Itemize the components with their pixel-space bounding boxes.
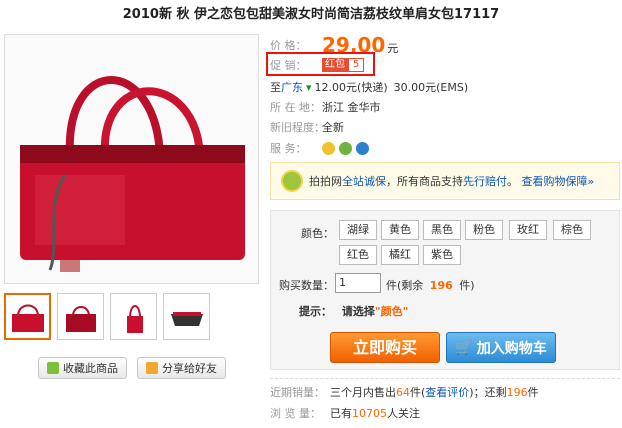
views-text-b: 人关注 [387, 407, 420, 420]
sales-text-c: )；还剩 [469, 386, 507, 399]
color-option[interactable]: 红色 [339, 245, 377, 265]
add-to-cart-label: 加入购物车 [476, 340, 547, 357]
shipping-ems: 30.00元(EMS) [393, 81, 469, 94]
color-option[interactable]: 粉色 [465, 220, 503, 240]
thumbnail-3[interactable] [110, 293, 157, 340]
sales-row: 近期销量： 三个月内售出 64 件(查看评价)；还剩 196 件 [270, 384, 539, 400]
color-option[interactable]: 黄色 [381, 220, 419, 240]
guarantee-link-chengbao[interactable]: 全站诚保 [342, 175, 386, 188]
shipping-row: 至 广东 ▾ 12.00元(快递) 30.00元(EMS) [270, 79, 468, 95]
buy-now-button[interactable]: 立即购买 [330, 332, 440, 363]
condition-row: 新旧程度： 全新 [270, 119, 344, 135]
location-value: 浙江 金华市 [322, 101, 381, 114]
color-option[interactable]: 棕色 [553, 220, 591, 240]
share-icon [146, 362, 158, 374]
handbag-thumb-icon [11, 304, 44, 332]
color-option[interactable]: 紫色 [423, 245, 461, 265]
location-row: 所 在 地： 浙江 金华市 [270, 99, 381, 115]
sales-count: 64 [396, 385, 410, 399]
location-label: 所 在 地： [270, 101, 321, 114]
sales-label: 近期销量： [270, 386, 325, 399]
sales-text-a: 三个月内售出 [330, 386, 396, 399]
price-unit: 元 [387, 42, 399, 55]
color-option[interactable]: 橘红 [381, 245, 419, 265]
share-label: 分享给好友 [162, 362, 217, 375]
cart-icon: 🛒 [455, 339, 473, 356]
sales-text-d: 件 [527, 386, 539, 399]
color-option[interactable]: 黑色 [423, 220, 461, 240]
views-label: 浏 览 量： [270, 407, 321, 420]
thumbnail-1[interactable] [4, 293, 51, 340]
thumbnail-4[interactable] [163, 293, 210, 340]
guarantee-text-a: 拍拍网 [309, 175, 342, 188]
guarantee-shield-icon [281, 170, 303, 192]
service-shield-icon[interactable] [339, 141, 352, 155]
hongbao-tag[interactable]: 红包 [322, 58, 348, 72]
color-label: 颜色： [301, 227, 334, 240]
main-product-image[interactable] [4, 34, 259, 284]
promo-row: 促 销： 红包 5 [270, 57, 365, 73]
stock-count: 196 [429, 279, 453, 292]
color-option[interactable]: 玫红 [509, 220, 547, 240]
views-row: 浏 览 量： 已有 10705 人关注 [270, 405, 420, 421]
service-verify-icon[interactable] [356, 141, 369, 155]
guarantee-view-link[interactable]: 查看购物保障» [522, 175, 595, 188]
guarantee-link-peifu[interactable]: 先行赔付 [463, 175, 507, 188]
guarantee-text-e: 。 [507, 175, 518, 188]
stock-text-b: 件) [459, 279, 475, 292]
color-option[interactable]: 湖绿 [339, 220, 377, 240]
product-title: 2010新 秋 伊之恋包包甜美淑女时尚简洁荔枝纹单肩女包17117 [122, 7, 500, 22]
options-panel: 颜色： 湖绿 黄色 黑色 粉色 玫红 棕色 红色 橘红 紫色 购买数量： 1 件… [270, 210, 620, 370]
stock-text: 件(剩余 196 件) [386, 277, 475, 293]
price-label: 价 格： [270, 39, 307, 52]
thumbnail-2[interactable] [57, 293, 104, 340]
condition-value: 全新 [322, 121, 344, 134]
stock-text-a: 件(剩余 [386, 279, 424, 292]
condition-label: 新旧程度： [270, 121, 325, 134]
quantity-label: 购买数量： [279, 279, 334, 292]
divider [270, 378, 620, 379]
handbag-thumb-icon [126, 304, 143, 333]
view-reviews-link[interactable]: 查看评价 [425, 384, 469, 400]
guarantee-banner: 拍拍网全站诚保，所有商品支持先行赔付。 查看购物保障» [270, 162, 620, 200]
dropdown-icon[interactable]: ▾ [306, 81, 312, 94]
service-row: 服 务： [270, 140, 373, 156]
hint-row: 提示： 请选择"颜色" [299, 303, 408, 319]
thumbnail-strip [4, 293, 210, 340]
service-badge-icon[interactable] [322, 141, 335, 155]
promo-label: 促 销： [270, 59, 307, 72]
hint-label: 提示： [299, 305, 332, 318]
service-label: 服 务： [270, 142, 307, 155]
shipping-prefix: 至 [270, 81, 281, 94]
favorite-button[interactable]: 收藏此商品 [38, 357, 127, 379]
hongbao-amount: 5 [348, 58, 365, 72]
hint-text: 请选择 [341, 305, 375, 318]
favorite-icon [47, 362, 59, 374]
guarantee-text-c: ，所有商品支持 [386, 175, 463, 188]
share-button[interactable]: 分享给好友 [137, 357, 226, 379]
handbag-thumb-icon [65, 305, 96, 332]
remaining-count: 196 [506, 385, 528, 399]
views-count: 10705 [352, 406, 387, 420]
handbag-thumb-icon [170, 311, 203, 326]
quantity-input[interactable]: 1 [335, 273, 381, 293]
favorite-label: 收藏此商品 [63, 362, 118, 375]
views-text-a: 已有 [330, 407, 352, 420]
hint-color: "颜色" [374, 305, 409, 318]
add-to-cart-button[interactable]: 🛒 加入购物车 [446, 332, 556, 363]
sales-text-b: 件( [410, 386, 426, 399]
handbag-image [20, 76, 245, 272]
shipping-destination[interactable]: 广东 [281, 79, 303, 95]
shipping-fast: 12.00元(快递) [314, 81, 388, 94]
